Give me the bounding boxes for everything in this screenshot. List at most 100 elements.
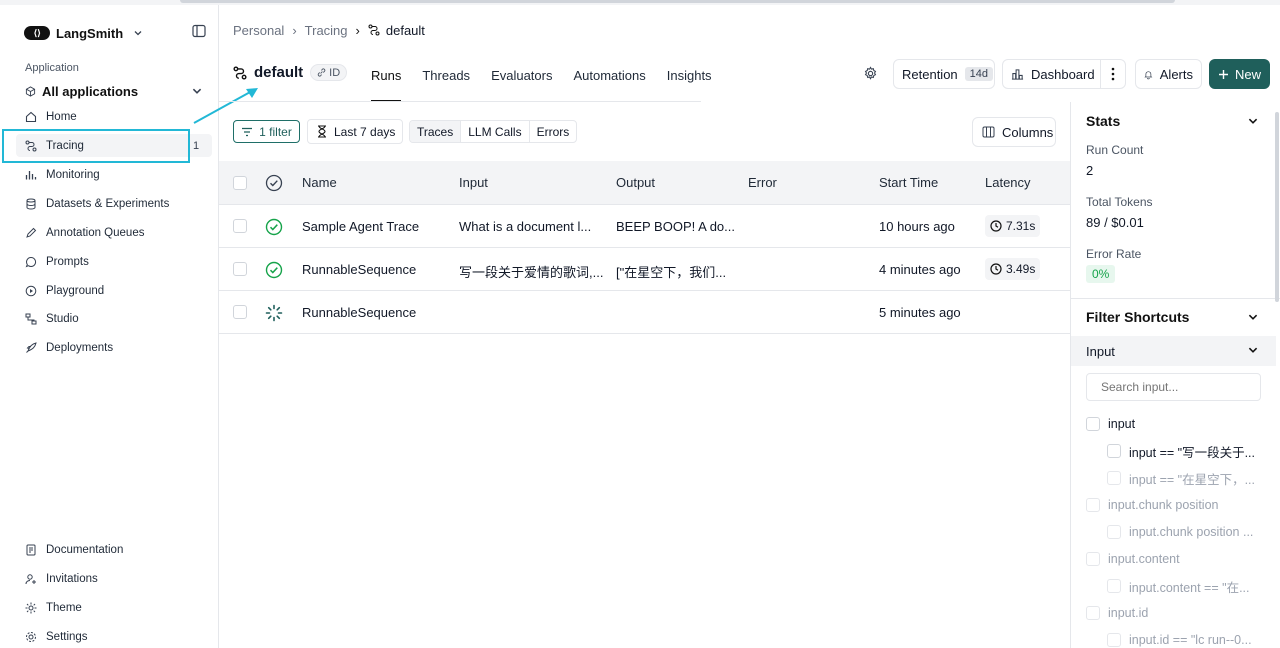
sidebar-toggle-icon[interactable] xyxy=(192,24,206,38)
breadcrumb-personal[interactable]: Personal xyxy=(233,23,284,38)
segment-errors[interactable]: Errors xyxy=(528,121,577,142)
status-check-icon xyxy=(265,174,283,192)
shortcut-checkbox[interactable] xyxy=(1107,471,1121,485)
column-header-output[interactable]: Output xyxy=(616,175,655,190)
sun-icon xyxy=(25,602,37,614)
shortcut-checkbox[interactable] xyxy=(1086,552,1100,566)
shortcut-item[interactable]: input == "在星空下，... xyxy=(1107,470,1256,487)
sidebar-item-monitoring[interactable]: Monitoring xyxy=(25,165,205,185)
run-start-time: 4 minutes ago xyxy=(879,262,961,277)
run-name: Sample Agent Trace xyxy=(302,219,420,234)
input-section-header[interactable]: Input xyxy=(1071,336,1276,366)
success-check-icon xyxy=(265,218,283,236)
dashboard-button[interactable]: Dashboard xyxy=(1002,59,1126,89)
sidebar-item-home[interactable]: Home xyxy=(25,107,205,127)
sidebar-item-annotation-queues[interactable]: Annotation Queues xyxy=(25,223,205,243)
copy-id-button[interactable]: ID xyxy=(310,64,348,81)
settings-gear-icon[interactable] xyxy=(863,66,878,81)
document-icon xyxy=(26,544,36,556)
segment-llm-calls[interactable]: LLM Calls xyxy=(460,121,528,142)
user-plus-icon xyxy=(25,574,36,585)
sidebar-item-datasets[interactable]: Datasets & Experiments xyxy=(25,194,205,214)
tab-automations[interactable]: Automations xyxy=(573,62,645,102)
sidebar-item-studio[interactable]: Studio xyxy=(25,309,205,329)
shortcut-label: input == "在星空下，... xyxy=(1129,472,1256,487)
date-range-button[interactable]: Last 7 days xyxy=(307,119,403,144)
sidebar-item-invitations[interactable]: Invitations xyxy=(25,569,205,589)
tab-insights[interactable]: Insights xyxy=(667,62,712,102)
segment-traces[interactable]: Traces xyxy=(410,121,461,142)
shortcut-item[interactable]: input.chunk position xyxy=(1086,497,1219,513)
tabs-divider xyxy=(219,101,701,102)
retention-label: Retention xyxy=(902,66,958,82)
sidebar-item-playground[interactable]: Playground xyxy=(25,281,205,301)
run-output: ["在星空下，我们... xyxy=(616,265,727,280)
project-title: default ID xyxy=(233,64,348,81)
tracing-highlight-annotation xyxy=(2,129,190,163)
tab-runs[interactable]: Runs xyxy=(371,62,402,102)
bell-icon xyxy=(1144,70,1153,79)
run-input: 写一段关于爱情的歌词,... xyxy=(459,265,604,280)
shortcut-item[interactable]: input.id == "lc run--0... xyxy=(1107,632,1252,648)
sidebar-item-label: Deployments xyxy=(46,342,114,354)
shortcut-checkbox[interactable] xyxy=(1107,633,1121,647)
sidebar-item-deployments[interactable]: Deployments xyxy=(25,338,205,358)
table-row[interactable]: RunnableSequence 5 minutes ago xyxy=(219,291,1070,334)
shortcut-checkbox[interactable] xyxy=(1086,498,1100,512)
select-all-checkbox[interactable] xyxy=(233,176,247,190)
run-input: What is a document l... xyxy=(459,219,592,234)
table-row[interactable]: RunnableSequence 写一段关于爱情的歌词,... ["在星空下，我… xyxy=(219,248,1070,291)
shortcut-item[interactable]: input.content == "在... xyxy=(1107,578,1249,595)
application-select[interactable]: All applications xyxy=(25,82,203,100)
monitoring-icon xyxy=(25,171,37,180)
tab-evaluators[interactable]: Evaluators xyxy=(491,62,552,102)
shortcut-item[interactable]: input == "写一段关于... xyxy=(1107,443,1255,460)
database-icon xyxy=(26,198,36,210)
shortcut-label: input.id xyxy=(1108,606,1149,620)
sidebar-item-label: Prompts xyxy=(46,256,89,268)
play-icon xyxy=(25,285,37,297)
column-header-error[interactable]: Error xyxy=(748,175,777,190)
sidebar-item-prompts[interactable]: Prompts xyxy=(25,252,205,272)
shortcut-checkbox[interactable] xyxy=(1107,525,1121,539)
sidebar-item-label: Theme xyxy=(46,602,82,614)
row-checkbox[interactable] xyxy=(233,305,247,319)
retention-button[interactable]: Retention 14d xyxy=(893,59,995,89)
panel-scrollbar[interactable] xyxy=(1275,112,1279,302)
columns-button[interactable]: Columns xyxy=(972,117,1056,147)
sidebar-item-theme[interactable]: Theme xyxy=(25,598,205,618)
sidebar-item-documentation[interactable]: Documentation xyxy=(25,540,205,560)
shortcut-checkbox[interactable] xyxy=(1107,579,1121,593)
more-vertical-icon[interactable] xyxy=(1111,67,1115,81)
column-header-latency[interactable]: Latency xyxy=(985,175,1031,190)
column-header-name[interactable]: Name xyxy=(302,175,337,190)
row-checkbox[interactable] xyxy=(233,262,247,276)
filter-button[interactable]: 1 filter xyxy=(233,120,300,143)
shortcut-checkbox[interactable] xyxy=(1086,417,1100,431)
table-row[interactable]: Sample Agent Trace What is a document l.… xyxy=(219,205,1070,248)
chevron-down-icon[interactable] xyxy=(1247,311,1259,323)
shortcut-checkbox[interactable] xyxy=(1086,606,1100,620)
cube-icon xyxy=(25,85,36,97)
chevron-down-icon[interactable] xyxy=(1247,115,1259,127)
date-range-label: Last 7 days xyxy=(334,124,396,139)
shortcut-item[interactable]: input.chunk position ... xyxy=(1107,524,1253,540)
alerts-button[interactable]: Alerts xyxy=(1135,59,1202,89)
brand-name: LangSmith xyxy=(56,25,124,41)
tracing-count-badge: 1 xyxy=(193,140,200,152)
row-checkbox[interactable] xyxy=(233,219,247,233)
search-input[interactable] xyxy=(1086,373,1261,401)
retention-value: 14d xyxy=(964,67,994,81)
shortcut-item[interactable]: input.id xyxy=(1086,605,1148,621)
column-header-input[interactable]: Input xyxy=(459,175,488,190)
breadcrumb-tracing[interactable]: Tracing xyxy=(305,23,348,38)
shortcut-checkbox[interactable] xyxy=(1107,444,1121,458)
button-separator xyxy=(1100,60,1101,88)
column-header-start-time[interactable]: Start Time xyxy=(879,175,938,190)
brand-switcher[interactable]: ⟨⟩ LangSmith xyxy=(24,23,143,43)
sidebar-item-settings[interactable]: Settings xyxy=(25,627,205,647)
shortcut-item[interactable]: input.content xyxy=(1086,551,1180,567)
tab-threads[interactable]: Threads xyxy=(422,62,470,102)
new-button[interactable]: New xyxy=(1209,59,1270,89)
shortcut-item[interactable]: input xyxy=(1086,416,1135,432)
